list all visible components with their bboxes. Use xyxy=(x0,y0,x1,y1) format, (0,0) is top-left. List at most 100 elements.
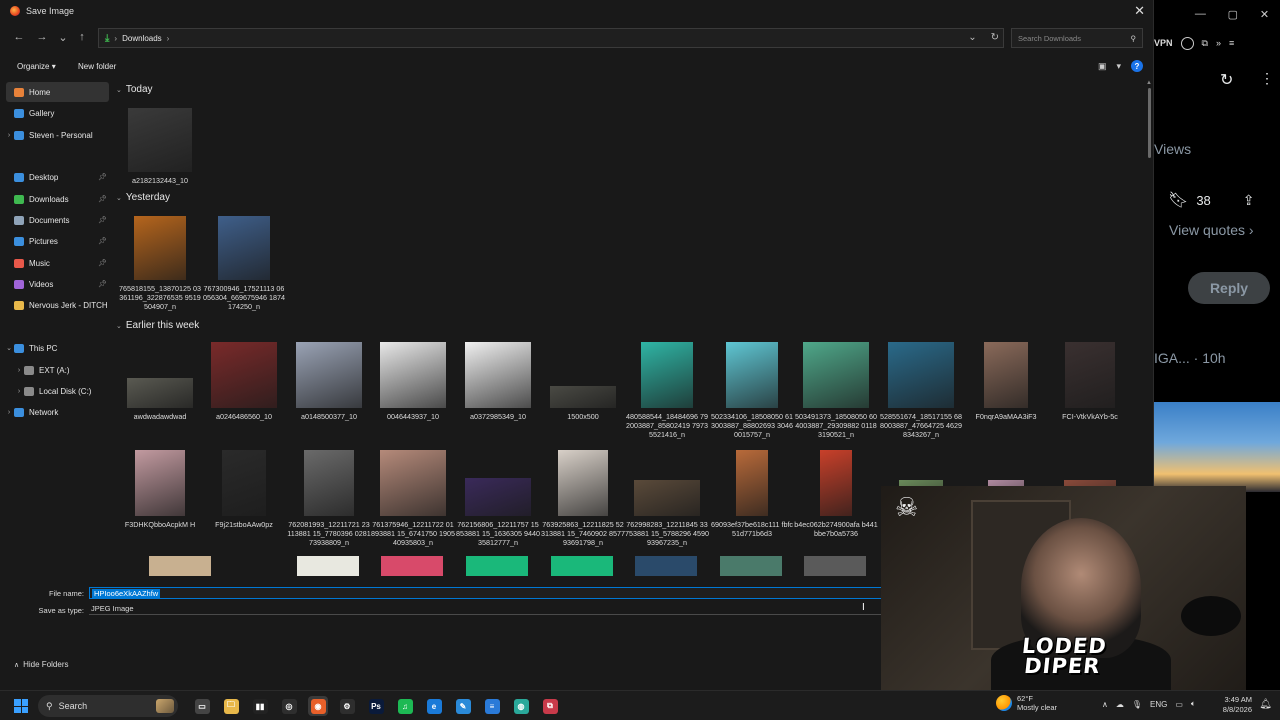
group-header-earlier-this-week[interactable]: ⌄ Earlier this week xyxy=(116,320,199,331)
sidebar-item-network[interactable]: › Network xyxy=(0,402,110,422)
photoshop-icon[interactable]: Ps xyxy=(366,696,386,716)
file-item[interactable]: 761375946_12211722 01893881 15_6741750 1… xyxy=(371,448,455,547)
clock[interactable]: 3:49 AM 8/8/2026 xyxy=(1223,695,1252,715)
file-item[interactable]: a2182132443_10 xyxy=(118,104,202,185)
close-icon[interactable]: ✕ xyxy=(1134,3,1145,19)
audio-app-icon[interactable]: ▮▮ xyxy=(250,696,270,716)
file-item[interactable]: a0148500377_10 xyxy=(287,340,371,421)
bookmark-icon[interactable]: 🔖︎ xyxy=(1168,190,1188,210)
task-view-icon[interactable]: ▭ xyxy=(192,696,212,716)
microphone-icon[interactable]: 🎙︎ xyxy=(1132,700,1142,709)
chevron-right-icon[interactable]: › xyxy=(14,367,24,374)
sidebar-item-documents[interactable]: Documents 📌︎ xyxy=(0,210,110,230)
group-header-yesterday[interactable]: ⌄ Yesterday xyxy=(116,192,170,203)
file-item[interactable]: 762081993_12211721 23113881 15_7780396 0… xyxy=(287,448,371,547)
tray-overflow-icon[interactable]: ∧ xyxy=(1102,700,1108,709)
sidebar-item-downloads[interactable]: Downloads 📌︎ xyxy=(0,189,110,209)
chevron-right-icon[interactable]: › xyxy=(14,388,24,395)
refresh-icon[interactable]: ↻ xyxy=(991,32,999,43)
chevron-down-icon[interactable]: ⌄ xyxy=(968,32,976,43)
share-icon[interactable]: ⇪ xyxy=(1243,192,1255,209)
file-item[interactable]: 528551674_18517155 688003887_47664725 46… xyxy=(879,340,963,439)
back-button[interactable]: ← xyxy=(12,31,26,43)
menu-icon[interactable]: ≡ xyxy=(1229,38,1234,48)
refresh-post-icon[interactable]: ↻ xyxy=(1220,70,1233,90)
edge-icon[interactable]: e xyxy=(424,696,444,716)
sidebar-item-gallery[interactable]: Gallery xyxy=(0,103,110,123)
file-item[interactable]: FCI-VtkVkAYb-5c xyxy=(1048,340,1132,421)
file-item[interactable]: 503491373_18508050 604003887_29309882 01… xyxy=(794,340,878,439)
more-icon[interactable]: ⋮ xyxy=(1260,70,1274,87)
file-item[interactable]: a0372985349_10 xyxy=(456,340,540,421)
file-item[interactable]: 765818155_13870125 03361196_322876535 95… xyxy=(118,212,202,311)
start-button[interactable] xyxy=(14,699,28,713)
account-icon[interactable] xyxy=(1180,36,1194,50)
file-thumbnail-partial[interactable] xyxy=(297,556,359,576)
spotify-icon[interactable]: ♫ xyxy=(395,696,415,716)
file-thumbnail-partial[interactable] xyxy=(804,556,866,576)
file-thumbnail-partial[interactable] xyxy=(466,556,528,576)
file-thumbnail-partial[interactable] xyxy=(381,556,443,576)
volume-icon[interactable]: 🔈︎ xyxy=(1191,699,1196,709)
file-thumbnail-partial[interactable] xyxy=(635,556,697,576)
breadcrumb-downloads[interactable]: Downloads xyxy=(122,34,162,43)
display-icon[interactable]: ▭ xyxy=(1175,700,1183,709)
forward-button[interactable]: → xyxy=(35,31,49,43)
taskbar-search[interactable]: ⚲ Search xyxy=(38,695,178,717)
reply-button[interactable]: Reply xyxy=(1188,272,1270,304)
recent-locations-button[interactable]: ⌄ xyxy=(56,31,70,44)
sidebar-item-ext-a[interactable]: › EXT (A:) xyxy=(0,360,110,380)
notification-icon[interactable]: 🔔︎ xyxy=(1259,699,1272,710)
group-header-today[interactable]: ⌄ Today xyxy=(116,84,153,95)
sidebar-item-local-disk-c[interactable]: › Local Disk (C:) xyxy=(0,381,110,401)
file-explorer-icon[interactable]: 🗀 xyxy=(221,696,241,716)
view-quotes-link[interactable]: View quotes › xyxy=(1169,222,1254,238)
vertical-scrollbar[interactable] xyxy=(1148,88,1151,158)
file-item[interactable]: F0nqrA9aMAA3iF3 xyxy=(964,340,1048,421)
language-indicator[interactable]: ENG xyxy=(1150,700,1167,709)
scroll-up-icon[interactable]: ▲ xyxy=(1146,80,1152,86)
minimize-icon[interactable]: — xyxy=(1195,8,1206,21)
file-item[interactable]: awdwadawdwad xyxy=(118,340,202,421)
overflow-icon[interactable]: » xyxy=(1216,38,1221,48)
sidebar-item-steven-personal[interactable]: › Steven - Personal xyxy=(0,125,110,145)
firefox-icon[interactable]: ◉ xyxy=(308,696,328,716)
chrome-icon[interactable]: ◎ xyxy=(279,696,299,716)
file-item[interactable]: 762998283_12211845 33753881 15_5788296 4… xyxy=(625,448,709,547)
globe-icon[interactable]: ◍ xyxy=(511,696,531,716)
file-item[interactable]: 1500x500 xyxy=(541,340,625,421)
address-bar[interactable]: ⤓ › Downloads › ⌄ ↻ xyxy=(98,28,1004,48)
cloud-tray-icon[interactable]: ☁ xyxy=(1116,700,1124,709)
dialog-titlebar[interactable]: Save Image ✕ xyxy=(0,0,1153,22)
weather-widget[interactable]: 62°F Mostly clear xyxy=(996,694,1057,712)
file-thumbnail-partial[interactable] xyxy=(149,556,211,576)
breadcrumb-chevron-icon[interactable]: › xyxy=(167,34,170,43)
browser-window-controls[interactable]: — ▢ ✕ xyxy=(1184,8,1280,21)
sidebar-item-desktop[interactable]: Desktop 📌︎ xyxy=(0,167,110,187)
file-item[interactable]: F3DHKQbboAcpkM H xyxy=(118,448,202,529)
paint-icon[interactable]: ✎ xyxy=(453,696,473,716)
sidebar-item-pictures[interactable]: Pictures 📌︎ xyxy=(0,231,110,251)
file-item[interactable]: 502334106_18508050 613003887_88802693 30… xyxy=(710,340,794,439)
up-button[interactable]: ↑ xyxy=(75,31,89,43)
view-options-chevron-icon[interactable]: ▾ xyxy=(1116,61,1121,72)
settings-icon[interactable]: ⚙ xyxy=(337,696,357,716)
file-thumbnail-partial[interactable] xyxy=(551,556,613,576)
notepad-icon[interactable]: ≡ xyxy=(482,696,502,716)
post-image[interactable] xyxy=(1154,402,1280,492)
maximize-icon[interactable]: ▢ xyxy=(1228,8,1238,21)
sidebar-item-this-pc[interactable]: ⌄ This PC xyxy=(0,338,110,358)
file-item[interactable]: F9j21stboAAw0pz xyxy=(202,448,286,529)
app-icon[interactable]: ⧉ xyxy=(540,696,560,716)
chevron-right-icon[interactable]: › xyxy=(4,409,14,416)
sidebar-item-nervous-jerk-ditch[interactable]: Nervous Jerk - DITCH xyxy=(0,295,110,315)
file-item[interactable]: 69093ef37be618c111 fbfc51d771b6d3 xyxy=(710,448,794,538)
vpn-button[interactable]: VPN xyxy=(1154,38,1173,48)
search-input[interactable]: Search Downloads ⚲ xyxy=(1011,28,1143,48)
new-folder-button[interactable]: New folder xyxy=(78,62,116,71)
sidebar-item-home[interactable]: Home xyxy=(6,82,109,102)
close-icon[interactable]: ✕ xyxy=(1260,8,1269,21)
sidebar-item-music[interactable]: Music 📌︎ xyxy=(0,253,110,273)
file-thumbnail-partial[interactable] xyxy=(720,556,782,576)
organize-menu[interactable]: Organize ▾ xyxy=(17,62,56,71)
